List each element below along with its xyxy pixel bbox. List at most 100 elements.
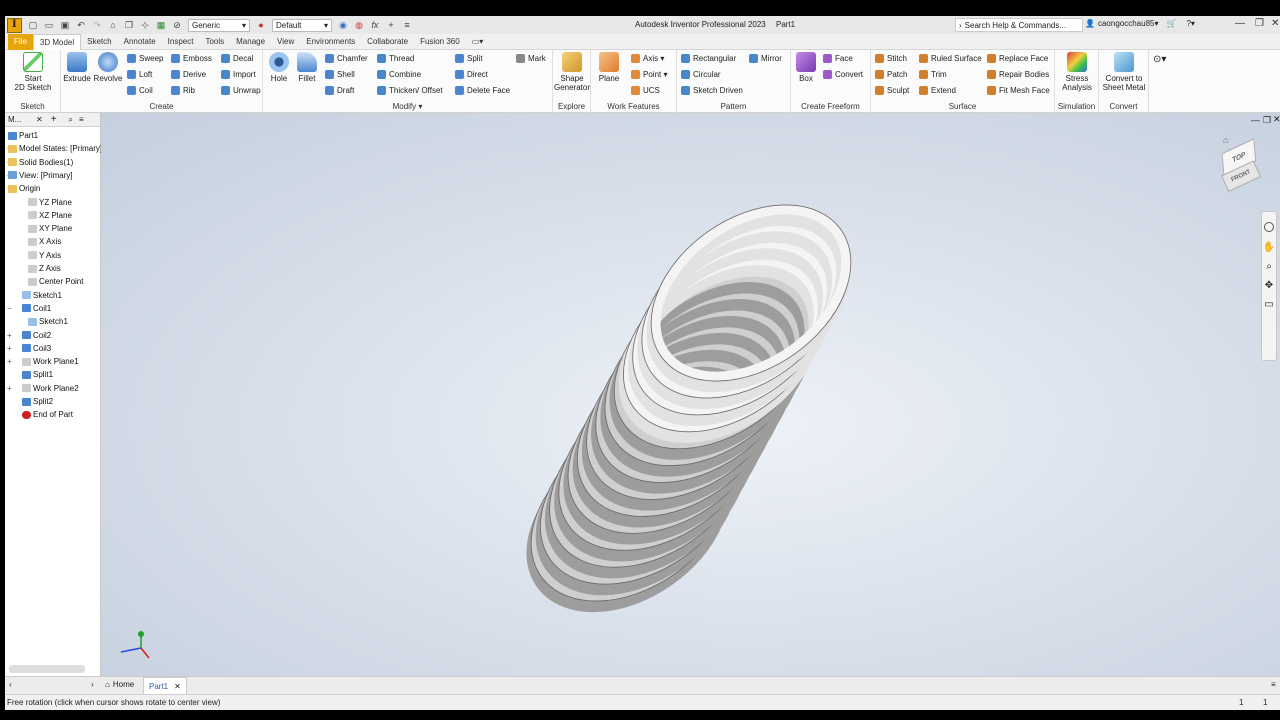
- viewport-close-icon[interactable]: ✕: [1273, 114, 1280, 125]
- tree-item-split2[interactable]: Split2: [22, 397, 53, 406]
- tabs-menu-icon[interactable]: ≡: [1271, 680, 1276, 689]
- tab-sketch[interactable]: Sketch: [81, 34, 117, 50]
- tree-item-coil1-sketch1[interactable]: Sketch1: [28, 317, 68, 326]
- restore-icon[interactable]: ❐: [1255, 18, 1264, 29]
- point-button[interactable]: Point ▾: [631, 70, 667, 79]
- expand-toggle-icon[interactable]: +: [7, 331, 12, 340]
- tab-collaborate[interactable]: Collaborate: [361, 34, 414, 50]
- tab-manage[interactable]: Manage: [230, 34, 271, 50]
- home-view-icon[interactable]: ⌂: [1223, 135, 1228, 145]
- combine-button[interactable]: Combine: [377, 70, 421, 79]
- delete-face-button[interactable]: Delete Face: [455, 86, 510, 95]
- tab-annotate[interactable]: Annotate: [118, 34, 162, 50]
- draft-button[interactable]: Draft: [325, 86, 354, 95]
- ribbon-options-icon[interactable]: ▭▾: [466, 34, 490, 50]
- redo-icon[interactable]: ↷: [91, 19, 103, 31]
- split-button[interactable]: Split: [455, 54, 483, 63]
- expand-toggle-icon[interactable]: +: [7, 384, 12, 393]
- circular-button[interactable]: Circular: [681, 70, 721, 79]
- chamfer-button[interactable]: Chamfer: [325, 54, 368, 63]
- sketch-driven-button[interactable]: Sketch Driven: [681, 86, 743, 95]
- panel-title-modify[interactable]: Modify ▾: [263, 102, 552, 111]
- open-icon[interactable]: ▭: [43, 19, 55, 31]
- hole-button[interactable]: Hole: [267, 52, 291, 83]
- copy-icon[interactable]: ❐: [123, 19, 135, 31]
- derive-button[interactable]: Derive: [171, 70, 206, 79]
- rectangular-button[interactable]: Rectangular: [681, 54, 736, 63]
- tree-item-yz-plane[interactable]: YZ Plane: [28, 198, 72, 207]
- stress-analysis-button[interactable]: Stress Analysis: [1055, 52, 1099, 92]
- mirror-button[interactable]: Mirror: [749, 54, 782, 63]
- ribbon-more-icon[interactable]: ⊙▾: [1153, 54, 1166, 65]
- save-icon[interactable]: ▣: [59, 19, 71, 31]
- tab-view[interactable]: View: [271, 34, 300, 50]
- stitch-button[interactable]: Stitch: [875, 54, 907, 63]
- material-select[interactable]: Default ▾: [272, 18, 332, 32]
- thicken-offset-button[interactable]: Thicken/ Offset: [377, 86, 443, 95]
- coil-button[interactable]: Coil: [127, 86, 153, 95]
- tree-item-xz-plane[interactable]: XZ Plane: [28, 211, 72, 220]
- tree-item-sketch1[interactable]: Sketch1: [22, 291, 62, 300]
- shape-generator-button[interactable]: Shape Generator: [553, 52, 591, 92]
- close-icon[interactable]: ✕: [1271, 18, 1279, 29]
- decal-button[interactable]: Decal: [221, 54, 253, 63]
- fit-mesh-face-button[interactable]: Fit Mesh Face: [987, 86, 1050, 95]
- tab-right-icon[interactable]: ›: [91, 680, 94, 689]
- plane-button[interactable]: Plane: [595, 52, 623, 83]
- tree-item-coil3[interactable]: Coil3: [22, 344, 51, 353]
- customize-icon[interactable]: ≡: [401, 19, 413, 31]
- tree-item-work-plane2[interactable]: Work Plane2: [22, 384, 79, 393]
- spring-coils[interactable]: [498, 168, 884, 640]
- browser-scrollbar[interactable]: [9, 665, 85, 673]
- zoom-icon[interactable]: ⌕: [1262, 261, 1276, 272]
- import-button[interactable]: Import: [221, 70, 256, 79]
- tree-item-xy-plane[interactable]: XY Plane: [28, 224, 72, 233]
- browser-title[interactable]: M...: [8, 115, 32, 124]
- undo-icon[interactable]: ↶: [75, 19, 87, 31]
- measure-icon[interactable]: ⊘: [171, 19, 183, 31]
- patch-button[interactable]: Patch: [875, 70, 907, 79]
- fillet-button[interactable]: Fillet: [295, 52, 319, 83]
- tree-item-z-axis[interactable]: Z Axis: [28, 264, 61, 273]
- material-icon[interactable]: ●: [255, 19, 267, 31]
- fx-icon[interactable]: fx: [369, 19, 381, 31]
- expand-toggle-icon[interactable]: −: [7, 304, 12, 313]
- add-browser-icon[interactable]: +: [51, 114, 57, 125]
- tree-item-work-plane1[interactable]: Work Plane1: [22, 357, 79, 366]
- tab-fusion-360[interactable]: Fusion 360: [414, 34, 466, 50]
- tab-inspect[interactable]: Inspect: [162, 34, 200, 50]
- tree-item-origin[interactable]: Origin: [8, 184, 40, 193]
- tree-item-view-primary[interactable]: View: [Primary]: [8, 171, 73, 180]
- box-button[interactable]: Box: [793, 52, 819, 83]
- tree-item-x-axis[interactable]: X Axis: [28, 237, 61, 246]
- inventor-logo-icon[interactable]: [7, 17, 22, 33]
- look-at-icon[interactable]: ▭: [1262, 299, 1276, 310]
- extend-button[interactable]: Extend: [919, 86, 956, 95]
- user-menu[interactable]: 👤 caongocchau85 ▾ 🛒 ? ▾: [1085, 19, 1195, 28]
- adjust-icon[interactable]: ◍: [353, 19, 365, 31]
- tree-item-end-of-part[interactable]: End of Part: [22, 410, 73, 419]
- spring-model[interactable]: [101, 113, 1280, 681]
- tree-item-coil2[interactable]: Coil2: [22, 331, 51, 340]
- tab-3d-model[interactable]: 3D Model: [32, 33, 82, 50]
- color-icon[interactable]: ◉: [337, 19, 349, 31]
- part1-tab[interactable]: Part1 ✕: [143, 677, 187, 695]
- replace-face-button[interactable]: Replace Face: [987, 54, 1048, 63]
- close-browser-icon[interactable]: ✕: [36, 115, 43, 124]
- expand-toggle-icon[interactable]: +: [7, 357, 12, 366]
- viewport-restore-icon[interactable]: ❐: [1263, 115, 1271, 126]
- axis-button[interactable]: Axis ▾: [631, 54, 664, 63]
- revolve-button[interactable]: Revolve: [93, 52, 123, 83]
- home-tab[interactable]: ⌂ Home: [105, 680, 134, 689]
- face-button[interactable]: Face: [823, 54, 853, 63]
- tree-item-coil1[interactable]: Coil1: [22, 304, 51, 313]
- tab-left-icon[interactable]: ‹: [9, 680, 12, 689]
- tree-item-center-point[interactable]: Center Point: [28, 277, 83, 286]
- update-icon[interactable]: ▦: [155, 19, 167, 31]
- pan-icon[interactable]: ✋: [1262, 242, 1276, 253]
- convert-button[interactable]: Convert: [823, 70, 863, 79]
- shell-button[interactable]: Shell: [325, 70, 355, 79]
- tree-item-solid-bodies[interactable]: Solid Bodies(1): [8, 158, 73, 167]
- tree-item-y-axis[interactable]: Y Axis: [28, 251, 61, 260]
- select-icon[interactable]: ⊹: [139, 19, 151, 31]
